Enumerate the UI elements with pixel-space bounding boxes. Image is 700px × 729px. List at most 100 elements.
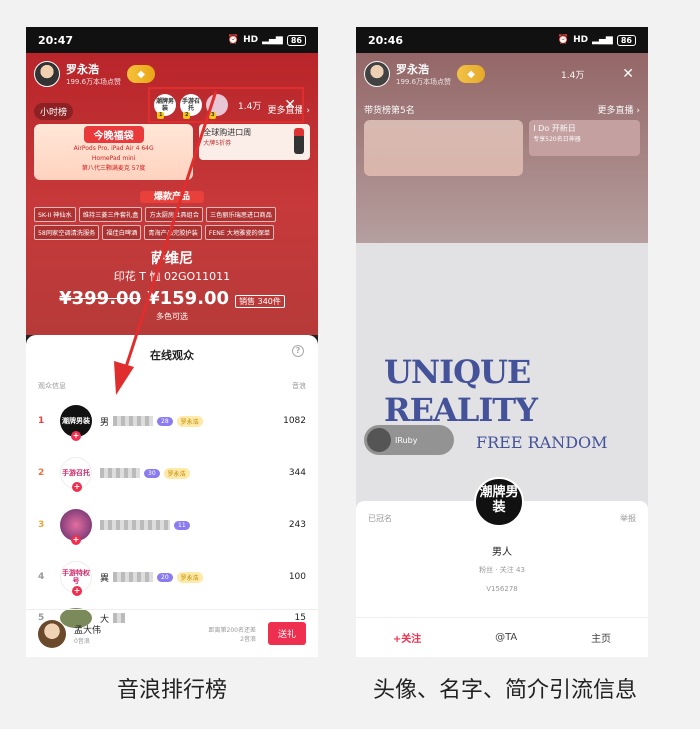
viewer-name: 男 28 罗永浩 bbox=[100, 415, 283, 428]
level-badge: 30 bbox=[144, 468, 160, 478]
table-row[interactable]: 3 + 11 243 bbox=[26, 499, 318, 551]
product-name: 萨维尼 印花 T 恤 02GO11011 bbox=[26, 248, 318, 284]
viewer-count[interactable]: 1.4万 bbox=[238, 99, 261, 112]
my-name: 孟大伟 bbox=[74, 625, 102, 636]
right-phone-screenshot: 20:46 ⏰ HD ▂▄▆ 86 罗永浩 199.6万本场点赞 ◆ 1.4万 … bbox=[356, 27, 648, 657]
product-chip[interactable]: FENE 大地雅瓷的保单 bbox=[204, 225, 275, 240]
rank-row: 带货榜第5名 更多直播 › bbox=[356, 87, 648, 116]
gift-diamond-icon[interactable]: ◆ bbox=[127, 65, 156, 83]
my-avatar[interactable] bbox=[38, 619, 66, 648]
my-sound-wave: 0音浪 bbox=[74, 637, 90, 645]
follow-button[interactable]: +关注 bbox=[393, 630, 421, 645]
send-gift-button[interactable]: 送礼 bbox=[267, 622, 306, 645]
host-likes: 199.6万本场点赞 bbox=[66, 78, 122, 86]
product-chip[interactable]: 维持三菱三件套礼盒 bbox=[78, 207, 143, 222]
report-button[interactable]: 举报 bbox=[620, 513, 636, 524]
homepage-button[interactable]: 主页 bbox=[591, 630, 611, 645]
side-banner-title: 全球购进口周 bbox=[203, 128, 252, 137]
host-name: 罗永浩 bbox=[66, 63, 99, 76]
status-bar: 20:47 ⏰ HD ▂▄▆ 86 bbox=[26, 27, 318, 53]
mention-button[interactable]: @TA bbox=[495, 632, 517, 643]
distance-info: 距离第200名还差 2音浪 bbox=[209, 625, 256, 643]
follow-plus-icon[interactable]: + bbox=[72, 586, 82, 596]
left-phone-screenshot: 20:47 ⏰ HD ▂▄▆ 86 罗永浩 199.6万本场点赞 ◆ 潮牌男装 … bbox=[26, 27, 318, 657]
product-chip[interactable]: SK-II 神仙水 bbox=[34, 207, 76, 222]
close-icon[interactable]: ✕ bbox=[622, 66, 634, 82]
table-row[interactable]: 4 手游特权号 + 異 20 罗永浩 100 bbox=[26, 551, 318, 603]
product-chip[interactable]: 方太厨房灶具组合 bbox=[145, 207, 203, 222]
live-room-header: 罗永浩 199.6万本场点赞 ◆ 潮牌男装 1 手游召托 2 3 1.4万 ✕ … bbox=[26, 53, 318, 335]
product-title: 印花 T 恤 02GO11011 bbox=[113, 270, 231, 283]
product-chip[interactable]: 三色丽乐瑞思进口商品 bbox=[205, 207, 276, 222]
top-viewers-highlight[interactable]: 潮牌男装 1 手游召托 2 3 1.4万 ✕ bbox=[148, 87, 304, 123]
top-viewer-avatar[interactable]: 3 bbox=[206, 94, 228, 119]
my-rank-footer: 孟大伟 0音浪 距离第200名还差 2音浪 送礼 bbox=[26, 609, 318, 657]
global-purchase-banner[interactable]: 全球购进口周 大牌5折券 bbox=[199, 124, 310, 160]
status-icons: ⏰ HD ▂▄▆ 86 bbox=[557, 34, 636, 46]
sales-rank[interactable]: 带货榜第5名 bbox=[364, 103, 415, 116]
top-viewer-rank: 2 bbox=[183, 112, 191, 119]
col-sound-wave: 音浪 bbox=[292, 382, 306, 390]
alarm-icon: ⏰ bbox=[557, 35, 570, 45]
side-banner-sub: 专享520名日神器 bbox=[533, 136, 581, 143]
host-avatar[interactable] bbox=[34, 61, 60, 87]
host-avatar[interactable] bbox=[364, 61, 390, 87]
lipstick-icon bbox=[294, 128, 304, 154]
sound-wave-value: 1082 bbox=[283, 416, 306, 426]
shirt-print-sub: FREE RANDOM bbox=[476, 433, 608, 452]
original-price: ¥399.00 bbox=[59, 288, 142, 309]
battery-icon: 86 bbox=[616, 34, 636, 46]
lucky-bag-banner[interactable] bbox=[364, 120, 524, 176]
caption-left: 音浪排行榜 bbox=[116, 678, 227, 703]
blurred-name bbox=[113, 572, 154, 582]
panel-header: 在线观众 ? bbox=[26, 335, 318, 363]
follow-plus-icon[interactable]: + bbox=[71, 535, 81, 545]
blurred-name bbox=[100, 468, 140, 478]
panel-title: 在线观众 bbox=[150, 349, 194, 362]
close-icon[interactable]: ✕ bbox=[284, 97, 296, 113]
viewer-name: 異 20 罗永浩 bbox=[100, 571, 289, 584]
status-time: 20:47 bbox=[38, 33, 74, 47]
hour-rank-button[interactable]: 小时榜 bbox=[34, 103, 74, 120]
table-row[interactable]: 1 潮牌男装 + 男 28 罗永浩 1082 bbox=[26, 395, 318, 447]
shirt-print-main: UNIQUE REALITY bbox=[384, 353, 538, 429]
viewer-avatar[interactable]: + bbox=[60, 509, 92, 545]
network-label: HD bbox=[573, 35, 589, 45]
product-chip[interactable]: 青海产品完胶护装 bbox=[144, 225, 202, 240]
product-chip[interactable]: 福佳白啤酒 bbox=[102, 225, 142, 240]
follow-plus-icon[interactable]: + bbox=[72, 482, 82, 492]
top-viewer-avatar[interactable]: 手游召托 2 bbox=[180, 94, 202, 119]
level-badge: 11 bbox=[174, 520, 190, 530]
follow-plus-icon[interactable]: + bbox=[71, 431, 81, 441]
top-viewer-rank: 1 bbox=[157, 112, 165, 119]
side-banner[interactable]: I Do 开新日 专享520名日神器 bbox=[529, 120, 640, 156]
fan-badge: 罗永浩 bbox=[163, 467, 190, 479]
viewer-chip[interactable]: IRuby bbox=[364, 425, 454, 455]
lucky-bag-banner[interactable]: 今晚福袋 AirPods Pro, iPad Air 4 64G HomePad… bbox=[34, 124, 194, 180]
rank-number: 3 bbox=[38, 520, 45, 530]
viewer-avatar[interactable]: 手游召托 + bbox=[60, 457, 92, 492]
host-info: 罗永浩 199.6万本场点赞 bbox=[396, 61, 451, 87]
product-chip[interactable]: 58同家空调清洗服务 bbox=[34, 225, 100, 240]
dimmed-header: 罗永浩 199.6万本场点赞 ◆ 1.4万 ✕ 带货榜第5名 更多直播 › I … bbox=[356, 53, 648, 243]
fan-badge: 罗永浩 bbox=[176, 571, 203, 583]
sound-wave-value: 243 bbox=[288, 520, 306, 530]
top-viewer-avatar[interactable]: 潮牌男装 1 bbox=[154, 94, 176, 119]
avatar-text: 潮牌男装 bbox=[62, 417, 90, 425]
gift-diamond-icon[interactable]: ◆ bbox=[457, 65, 486, 83]
online-audience-panel: 在线观众 ? 观众信息 音浪 1 潮牌男装 + 男 28 罗永浩 1082 2 bbox=[26, 335, 318, 657]
profile-avatar[interactable]: 潮牌男装 bbox=[474, 477, 524, 527]
host-name: 罗永浩 bbox=[396, 63, 429, 76]
profile-id: V156278 bbox=[486, 585, 518, 593]
viewer-avatar[interactable]: 潮牌男装 + bbox=[60, 405, 92, 441]
more-live-button[interactable]: 更多直播 › bbox=[598, 103, 640, 116]
viewer-count[interactable]: 1.4万 bbox=[561, 68, 584, 81]
help-icon[interactable]: ? bbox=[292, 345, 304, 357]
sound-wave-value: 344 bbox=[288, 468, 306, 478]
status-icons: ⏰ HD ▂▄▆ 86 bbox=[228, 34, 306, 46]
viewer-avatar[interactable]: 手游特权号 + bbox=[60, 561, 92, 596]
profile-card: 潮牌男装 已冠名 举报 男人 粉丝 · 关注 43 V156278 +关注 @T… bbox=[356, 477, 648, 657]
side-banner-sub: 大牌5折券 bbox=[203, 140, 232, 147]
blurred-name bbox=[100, 520, 170, 530]
table-row[interactable]: 2 手游召托 + 30 罗永浩 344 bbox=[26, 447, 318, 499]
